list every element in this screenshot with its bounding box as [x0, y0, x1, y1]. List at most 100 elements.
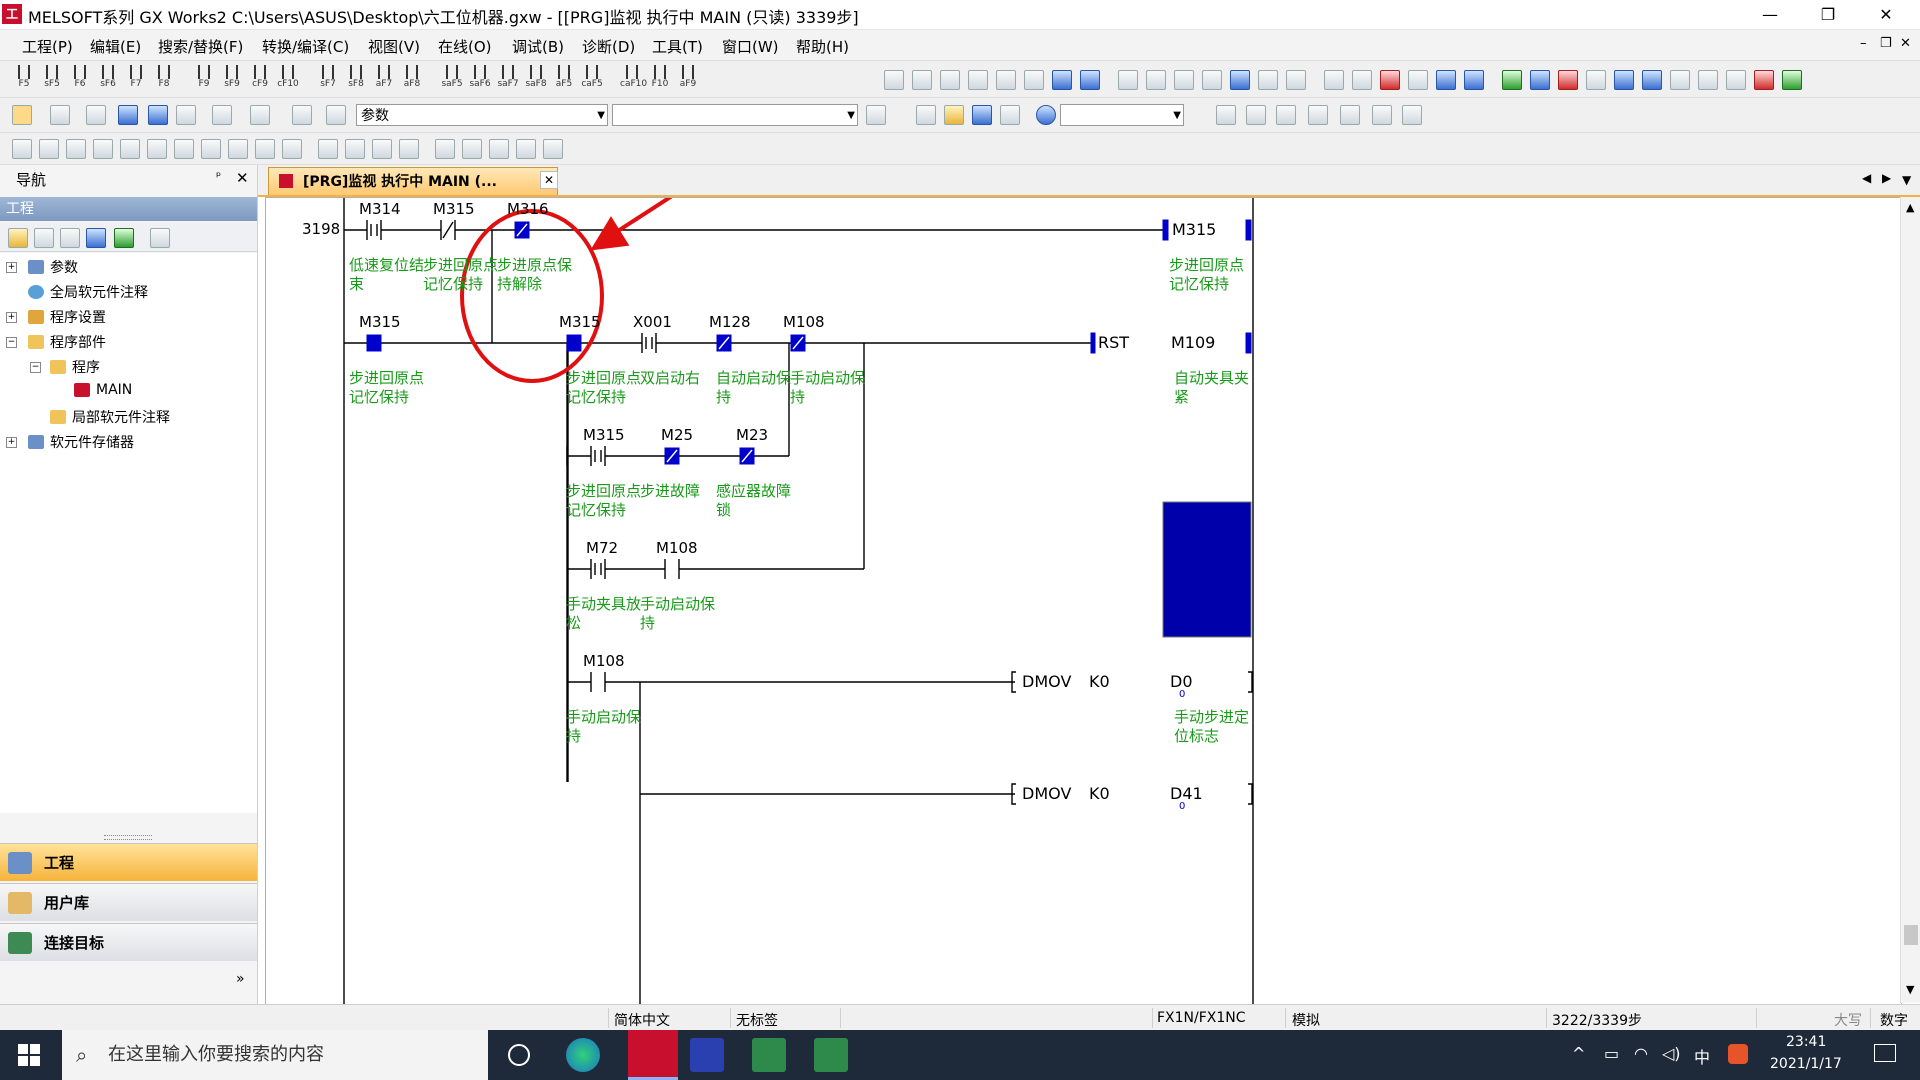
tree-item-program-setting[interactable]: 程序设置 — [28, 307, 106, 327]
fkey-button-saf5[interactable]: saF5 — [440, 65, 464, 93]
operand-d41[interactable]: D41 — [1170, 784, 1203, 803]
print-icon[interactable] — [1000, 105, 1020, 125]
vertical-scrollbar[interactable]: ▲ ▼ — [1900, 197, 1920, 1003]
fkey-button-af9[interactable]: aF9 — [676, 65, 700, 93]
battery-icon[interactable]: ▭ — [1604, 1044, 1619, 1063]
tab-scroll-right-icon[interactable]: ▶ — [1882, 171, 1891, 185]
fkey-button-f9[interactable]: F9 — [192, 65, 216, 93]
toolbar-tool-13-icon[interactable] — [1230, 70, 1250, 90]
fkey-button-af7[interactable]: aF7 — [372, 65, 396, 93]
toolbar-tool-22-icon[interactable] — [1502, 70, 1522, 90]
toolbar-tool-20-icon[interactable] — [1436, 70, 1456, 90]
windows-start-icon[interactable] — [18, 1044, 40, 1066]
menu-view[interactable]: 视图(V) — [368, 36, 420, 57]
edit-tool-15-icon[interactable] — [399, 139, 419, 159]
edit-tool-10-icon[interactable] — [255, 139, 275, 159]
fkey-button-caf10[interactable]: caF10 — [620, 65, 647, 93]
scroll-down-icon[interactable]: ▼ — [1906, 983, 1914, 996]
ladder-tool-4-icon[interactable] — [1308, 105, 1328, 125]
toolbar-tool-9-icon[interactable] — [1118, 70, 1138, 90]
parameter-combo[interactable]: 参数 ▼ — [356, 104, 608, 126]
new-page-icon[interactable] — [866, 105, 886, 125]
edit-tool-19-icon[interactable] — [516, 139, 536, 159]
toolbar-tool-3-icon[interactable] — [940, 70, 960, 90]
edit-tool-13-icon[interactable] — [345, 139, 365, 159]
tab-main[interactable]: [PRG]监视 执行中 MAIN (... — [268, 167, 558, 195]
simulator-taskbar-icon[interactable] — [690, 1038, 724, 1072]
pin-icon[interactable]: ᵖ — [216, 169, 221, 183]
edit-tool-7-icon[interactable] — [174, 139, 194, 159]
cortana-icon[interactable] — [508, 1044, 530, 1066]
tree-expander[interactable]: + — [6, 312, 17, 323]
tab-list-icon[interactable]: ▼ — [1902, 173, 1911, 187]
mdi-minimize-icon[interactable]: – — [1860, 36, 1867, 51]
fkey-button-f8[interactable]: F8 — [152, 65, 176, 93]
toolbar-tool-23-icon[interactable] — [1530, 70, 1550, 90]
toolbar-tool-15-icon[interactable] — [1286, 70, 1306, 90]
fkey-button-caf5[interactable]: caF5 — [580, 65, 604, 93]
toolbar-tool-14-icon[interactable] — [1258, 70, 1278, 90]
clock-date[interactable]: 2021/1/17 — [1770, 1056, 1842, 1072]
toolbar-tool-1-icon[interactable] — [884, 70, 904, 90]
app-taskbar-icon-1[interactable] — [752, 1038, 786, 1072]
edit-tool-16-icon[interactable] — [435, 139, 455, 159]
toolbar-tool-19-icon[interactable] — [1408, 70, 1428, 90]
fkey-button-sf7[interactable]: sF7 — [316, 65, 340, 93]
ladder-editor[interactable]: 3198 M314 低速复位结束 M315 步进回原点记忆保持 M316 步进原… — [265, 197, 1902, 1005]
nav-button-project[interactable]: 工程 — [0, 843, 257, 881]
ladder-tool-3-icon[interactable] — [1276, 105, 1296, 125]
instruction-dmov[interactable]: DMOV — [1022, 672, 1071, 691]
tree-item-device-memory[interactable]: 软元件存储器 — [28, 432, 134, 452]
fkey-button-sf8[interactable]: sF8 — [344, 65, 368, 93]
edit-tool-1-icon[interactable] — [12, 139, 32, 159]
coil-m315[interactable]: M315 — [1172, 220, 1216, 239]
contact-b2-m315[interactable]: M315 — [583, 426, 625, 444]
menu-search-replace[interactable]: 搜索/替换(F) — [158, 36, 243, 57]
toolbar-tool-25-icon[interactable] — [1586, 70, 1606, 90]
contact-m72[interactable]: M72 — [586, 539, 618, 557]
toolbar-tool-31-icon[interactable] — [1754, 70, 1774, 90]
contact-r2-m315[interactable]: M315 — [559, 313, 601, 331]
clock-time[interactable]: 23:41 — [1786, 1034, 1826, 1050]
contact-m108[interactable]: M108 — [783, 313, 825, 331]
edit-tool-18-icon[interactable] — [489, 139, 509, 159]
input-method-indicator[interactable]: 中 — [1694, 1044, 1710, 1068]
operand-k0[interactable]: K0 — [1089, 672, 1110, 691]
menu-tools[interactable]: 工具(T) — [652, 36, 703, 57]
contact-m314[interactable]: M314 — [359, 200, 401, 218]
nav-button-user-library[interactable]: 用户库 — [0, 883, 257, 921]
paste-item-icon[interactable] — [60, 228, 80, 248]
tree-item-program[interactable]: 程序 — [50, 357, 100, 377]
binoculars-icon[interactable] — [326, 105, 346, 125]
edit-tool-9-icon[interactable] — [228, 139, 248, 159]
minimize-button[interactable]: — — [1742, 0, 1798, 29]
toolbar-tool-7-icon[interactable] — [1052, 70, 1072, 90]
tree-expander[interactable]: + — [6, 262, 17, 273]
edit-tool-14-icon[interactable] — [372, 139, 392, 159]
zoom-combo[interactable]: ▼ — [1060, 104, 1184, 126]
contact-r3-m108[interactable]: M108 — [583, 652, 625, 670]
fkey-button-sf6[interactable]: sF6 — [96, 65, 120, 93]
scroll-up-icon[interactable]: ▲ — [1906, 201, 1914, 214]
device-memory-icon[interactable] — [148, 105, 168, 125]
scroll-thumb[interactable] — [1904, 925, 1918, 945]
edit-tool-3-icon[interactable] — [66, 139, 86, 159]
ladder-tool-2-icon[interactable] — [1246, 105, 1266, 125]
edit-tool-20-icon[interactable] — [543, 139, 563, 159]
fkey-button-f6[interactable]: F6 — [68, 65, 92, 93]
edit-tool-12-icon[interactable] — [318, 139, 338, 159]
tree-expander[interactable]: − — [30, 362, 41, 373]
contact-m23[interactable]: M23 — [736, 426, 768, 444]
refresh-icon[interactable] — [114, 228, 134, 248]
tree-item-program-parts[interactable]: 程序部件 — [28, 332, 106, 352]
restore-button[interactable]: ❐ — [1800, 0, 1856, 29]
watch-icon[interactable] — [212, 105, 232, 125]
toolbar-tool-29-icon[interactable] — [1698, 70, 1718, 90]
contact-x001[interactable]: X001 — [633, 313, 672, 331]
contact-m316[interactable]: M316 — [507, 200, 549, 218]
tree-item-global-comment[interactable]: 全局软元件注释 — [28, 282, 148, 302]
mdi-restore-icon[interactable]: ❐ — [1880, 36, 1892, 51]
window-icon[interactable] — [86, 105, 106, 125]
memory-icon[interactable] — [176, 105, 196, 125]
ladder-tool-5-icon[interactable] — [1340, 105, 1360, 125]
